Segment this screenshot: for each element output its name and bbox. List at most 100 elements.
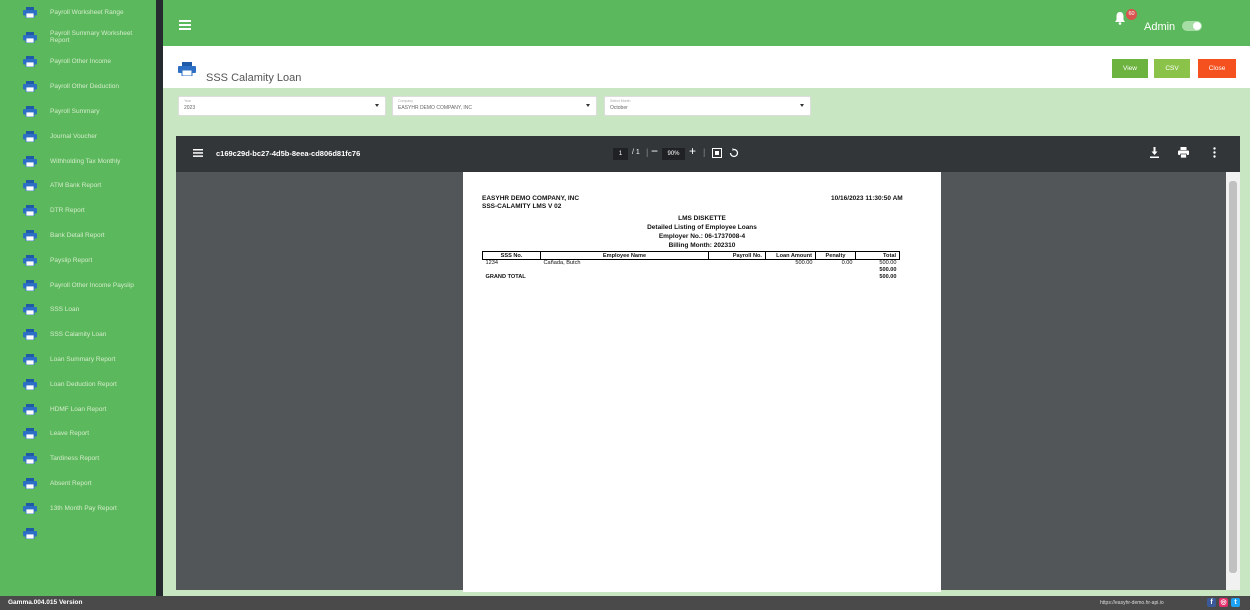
bell-icon[interactable] [1114,11,1126,27]
loan-table: SSS No. Employee Name Payroll No. Loan A… [482,251,900,281]
sidebar-item-label: Payroll Worksheet Range [50,8,124,16]
sidebar-item[interactable]: Loan Summary Report [0,347,156,372]
print-icon[interactable] [1178,147,1189,160]
sidebar-item-label: Loan Deduction Report [50,380,117,388]
cell-sss-no: 1234 [485,260,498,267]
sidebar-item[interactable]: Payroll Other Income [0,50,156,75]
printer-icon [23,230,37,242]
sidebar-item[interactable]: 13th Month Pay Report [0,496,156,521]
sidebar-item-label: HDMF Loan Report [50,405,107,413]
viewer-scrollbar[interactable] [1226,172,1240,590]
sidebar-item[interactable]: Payslip Report [0,248,156,273]
report-title: LMS DISKETTE [678,215,726,222]
site-url[interactable]: https://easyhr-demo.hr-api.io [1100,600,1164,606]
sidebar-item-label: Payroll Summary Worksheet Report [50,30,133,45]
zoom-out-icon[interactable]: − [651,144,658,158]
sidebar-item[interactable]: Payroll Other Deduction [0,74,156,99]
view-button[interactable]: View [1112,59,1148,78]
sidebar-item-label: Bank Detail Report [50,232,105,240]
more-options-icon[interactable] [1213,147,1216,160]
chevron-down-icon [800,104,804,107]
sidebar-item[interactable]: Payroll Summary Worksheet Report [0,25,156,50]
sidebar-item-label: SSS Calamity Loan [50,331,107,339]
sidebar-item[interactable]: Leave Report [0,422,156,447]
printer-icon [23,428,37,440]
printer-icon [178,62,196,78]
zoom-in-icon[interactable]: + [689,144,696,158]
page-total: / 1 [632,149,640,156]
report-timestamp: 10/16/2023 11:30:50 AM [831,195,903,202]
zoom-input[interactable]: 90% [662,148,685,160]
col-loan-amount: Loan Amount [765,251,816,260]
printer-icon [23,205,37,217]
notification-badge: 60 [1126,9,1137,20]
user-menu[interactable]: Admin [1144,21,1175,33]
grand-total-row: GRAND TOTAL 500.00 [483,274,900,281]
sidebar-item[interactable]: Withholding Tax Monthly [0,149,156,174]
menu-toggle-icon[interactable] [179,20,191,32]
subtotal-row: 500.00 [483,267,900,274]
footer: Gamma.004.015 Version https://easyhr-dem… [0,596,1250,610]
scrollbar-thumb[interactable] [1229,181,1237,573]
col-penalty: Penalty [815,251,856,260]
sidebar-item[interactable]: Payroll Worksheet Range [0,0,156,25]
instagram-icon[interactable]: ◎ [1219,598,1228,607]
sidebar-item[interactable]: HDMF Loan Report [0,397,156,422]
theme-toggle[interactable] [1182,21,1202,31]
printer-icon [23,279,37,292]
twitter-icon[interactable]: t [1231,598,1240,607]
col-sss-no: SSS No. [482,251,541,260]
sidebar-item[interactable]: Payroll Other Income Payslip [0,273,156,298]
printer-icon [23,527,37,540]
pdf-viewer: c169c29d-bc27-4d5b-8eea-cd806d81fc76 1 /… [176,136,1240,592]
printer-icon [23,106,37,118]
sidebar-scrollbar[interactable] [156,0,163,596]
page-number-input[interactable]: 1 [613,148,628,160]
sidebar-item[interactable]: SSS Loan [0,298,156,323]
grand-total-value: 500.00 [879,274,897,280]
sidebar-item[interactable]: SSS Calamity Loan [0,322,156,347]
cell-employee-name: Cañada, Butch [543,260,581,267]
moon-icon[interactable] [1212,16,1222,32]
sidebar-item[interactable]: Journal Voucher [0,124,156,149]
sidebar-item-label: Payslip Report [50,256,93,264]
printer-icon [23,31,37,44]
printer-icon [23,329,37,341]
sidebar-item[interactable]: Bank Detail Report [0,223,156,248]
sidebar-item[interactable]: DTR Report [0,198,156,223]
printer-icon [23,354,37,366]
sidebar-item-label: SSS Loan [50,306,80,314]
rotate-icon[interactable] [729,148,739,160]
printer-icon [23,502,37,515]
company-value: EASYHR DEMO COMPANY, INC [398,105,472,111]
company-select[interactable]: Company EASYHR DEMO COMPANY, INC [392,96,597,116]
printer-icon [23,130,37,143]
pdf-menu-icon[interactable] [193,149,203,159]
sidebar-item[interactable]: Tardiness Report [0,446,156,471]
cell-penalty: 0.00 [841,260,853,267]
sidebar-item-label: DTR Report [50,207,85,215]
grand-total-label: GRAND TOTAL [485,274,526,280]
printer-icon [23,56,37,68]
fit-page-icon[interactable] [712,148,722,160]
sidebar-item[interactable] [0,521,156,546]
month-value: October [610,105,628,111]
year-caption: Year [184,99,192,103]
sidebar-item-label: 13th Month Pay Report [50,504,117,512]
sidebar-item[interactable]: ATM Bank Report [0,174,156,199]
sidebar-item[interactable]: Loan Deduction Report [0,372,156,397]
sidebar-item-label: Leave Report [50,430,90,438]
report-billing-month: Billing Month: 202310 [668,242,736,249]
sidebar-item[interactable]: Payroll Summary [0,99,156,124]
csv-button[interactable]: CSV [1154,59,1190,78]
month-select[interactable]: Select Month October [604,96,811,116]
sidebar-item[interactable]: Absent Report [0,471,156,496]
report-company: EASYHR DEMO COMPANY, INC [482,195,580,202]
download-icon[interactable] [1150,147,1159,160]
facebook-icon[interactable]: f [1207,598,1216,607]
close-button[interactable]: Close [1198,59,1236,78]
col-employee-name: Employee Name [540,251,709,260]
year-select[interactable]: Year 2023 [178,96,386,116]
report-form: SSS-CALAMITY LMS V 02 [482,203,562,210]
printer-icon [23,304,37,316]
